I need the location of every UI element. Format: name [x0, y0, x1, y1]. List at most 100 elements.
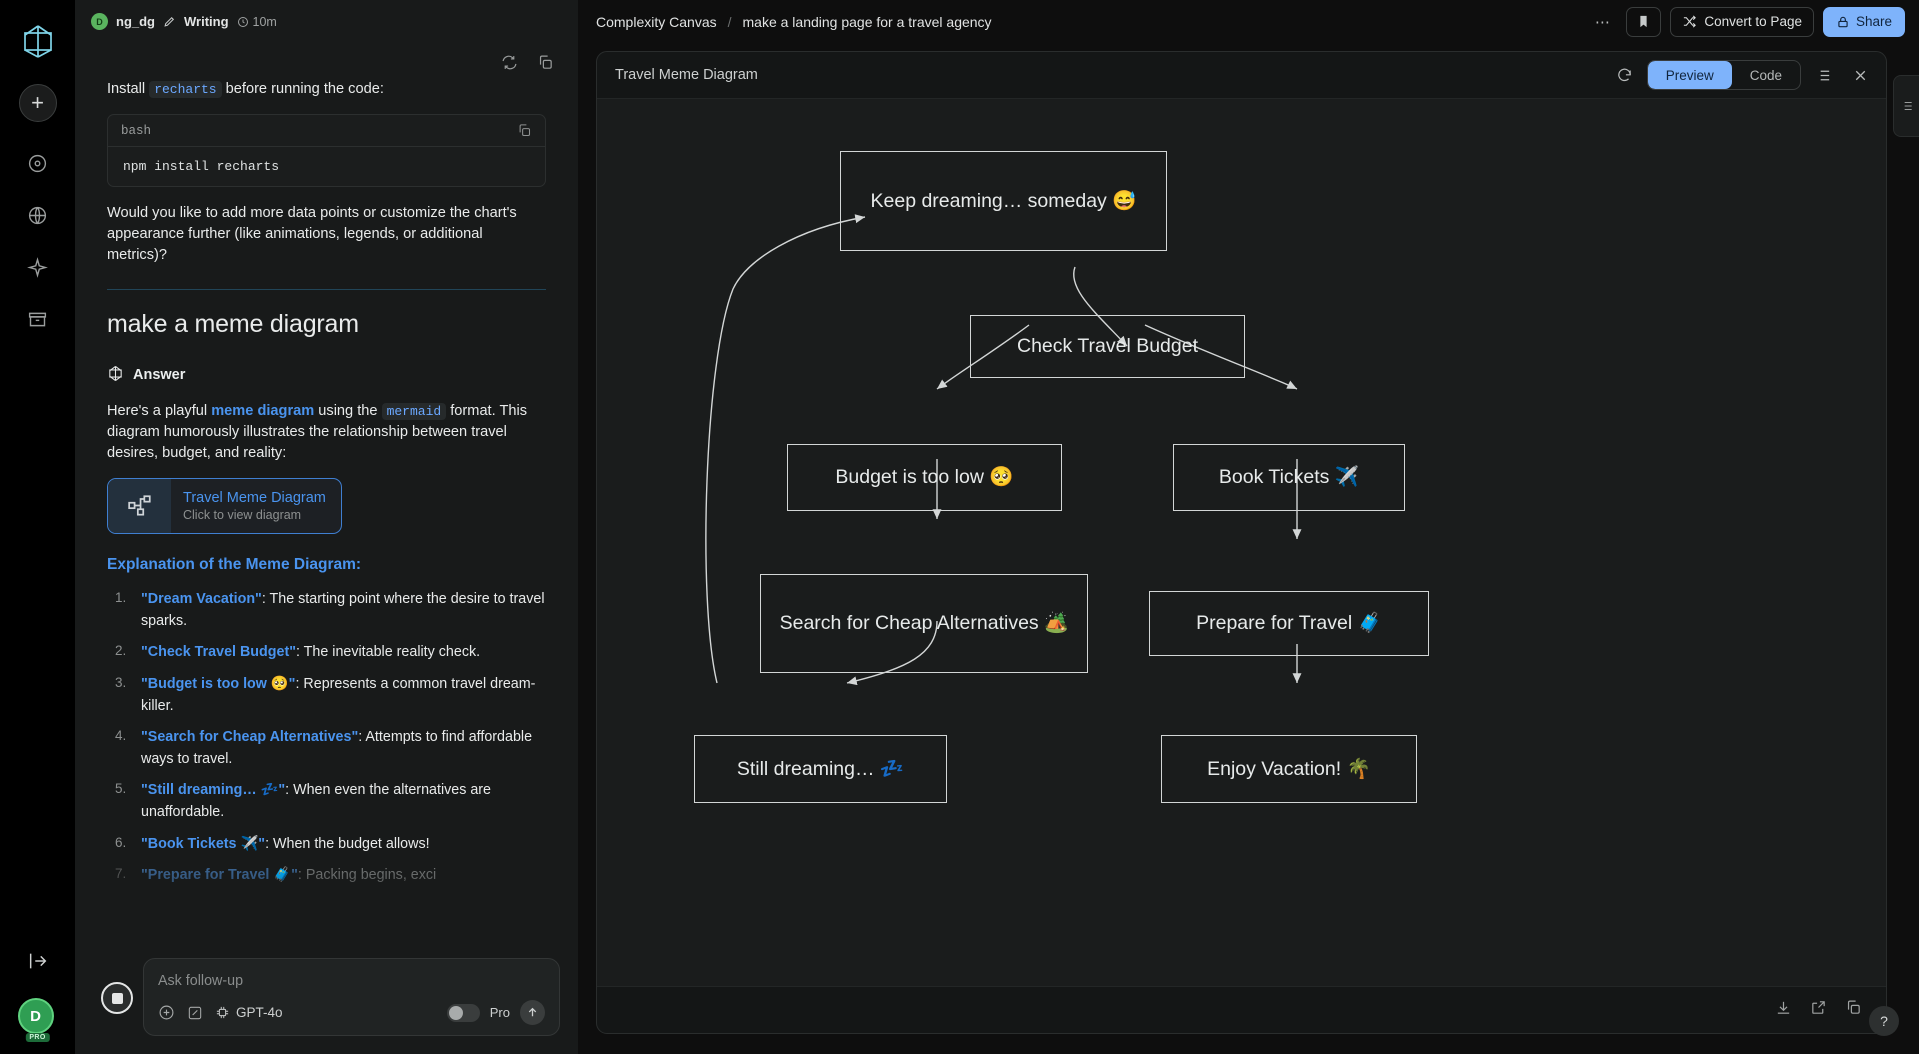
plus-circle-icon[interactable] [158, 1004, 175, 1021]
share-button[interactable]: Share [1822, 6, 1905, 37]
install-text-before: Install [107, 81, 146, 97]
node-label: Budget is too low 🥺 [835, 466, 1014, 489]
code-block-header: bash [108, 115, 545, 148]
artifact-panel-header: Travel Meme Diagram Preview Code [597, 52, 1886, 99]
install-text-after: before running the code: [225, 81, 384, 97]
diagram-node-prepare-travel[interactable]: Prepare for Travel 🧳 [1149, 591, 1429, 656]
breadcrumb-separator: / [727, 13, 732, 30]
sidebar-item-discover[interactable] [19, 144, 57, 182]
preview-code-tabs: Preview Code [1646, 60, 1801, 90]
username-label: ng_dg [116, 14, 155, 29]
section-divider [107, 288, 546, 290]
code-block-content: npm install recharts [123, 159, 280, 175]
node-label: Keep dreaming… someday 😅 [870, 189, 1137, 212]
diagram-node-budget-too-low[interactable]: Budget is too low 🥺 [787, 444, 1062, 511]
new-thread-label: + [31, 90, 44, 115]
travel-meme-diagram-card[interactable]: Travel Meme Diagram Click to view diagra… [107, 478, 342, 535]
help-button[interactable]: ? [1869, 1006, 1899, 1036]
diagram-node-keep-dreaming[interactable]: Keep dreaming… someday 😅 [840, 151, 1167, 251]
intro-part-1: Here's a playful [107, 402, 208, 419]
copy-icon[interactable] [534, 51, 556, 73]
user-avatar: D [91, 13, 108, 30]
lock-icon [1838, 16, 1848, 27]
download-icon[interactable] [1775, 999, 1792, 1021]
explanation-heading: Explanation of the Meme Diagram: [107, 556, 362, 574]
diagram-node-icon [108, 479, 171, 534]
list-icon[interactable] [1808, 60, 1838, 90]
canvas-topbar: Complexity Canvas / make a landing page … [578, 0, 1919, 43]
rewrite-icon[interactable] [498, 51, 520, 73]
breadcrumb-item-root[interactable]: Complexity Canvas [596, 14, 717, 30]
bookmark-icon[interactable] [1626, 6, 1662, 37]
install-package-code: recharts [149, 81, 222, 98]
search-input[interactable]: Ask follow-up [158, 973, 545, 989]
rail-bottom-group: D PRO [0, 942, 75, 1042]
node-label: Still dreaming… 💤 [736, 757, 905, 780]
diagram-node-still-dreaming[interactable]: Still dreaming… 💤 [694, 735, 947, 803]
perplexity-mark-icon [107, 365, 124, 386]
meme-diagram-link[interactable]: meme diagram [211, 403, 314, 419]
avatar[interactable]: D PRO [17, 998, 58, 1042]
artifact-title: Travel Meme Diagram [615, 67, 758, 83]
node-label: Search for Cheap Alternatives 🏕️ [779, 612, 1069, 635]
list-item: "Dream Vacation": The starting point whe… [107, 588, 546, 632]
followup-composer[interactable]: Ask follow-up GPT-4o Pro [143, 958, 560, 1036]
pro-toggle[interactable] [446, 1003, 480, 1022]
new-thread-button[interactable]: + [18, 84, 57, 122]
arrow-up-icon [528, 1007, 537, 1017]
list-item-term: "Book Tickets ✈️" [141, 835, 266, 852]
chat-topbar: D ng_dg Writing 10m [75, 0, 578, 43]
list-item-desc: : The inevitable reality check. [295, 644, 481, 661]
ellipsis-icon[interactable]: ⋯ [1587, 7, 1617, 37]
open-external-icon[interactable] [1810, 999, 1827, 1021]
expand-sidebar-icon[interactable] [19, 942, 57, 980]
composer-right-group: Pro [446, 1000, 545, 1025]
record-stop-icon[interactable] [101, 982, 133, 1014]
send-button[interactable] [520, 1000, 545, 1025]
list-item-term: "Dream Vacation" [141, 591, 262, 608]
answer-label: Answer [133, 367, 186, 384]
copy-icon[interactable] [1845, 999, 1862, 1021]
sidebar-item-sparkle[interactable] [19, 248, 57, 286]
refresh-icon[interactable] [1610, 60, 1640, 90]
answer-header: Answer [107, 365, 546, 386]
sidebar-item-library[interactable] [19, 300, 57, 338]
diagram-card-subtitle: Click to view diagram [183, 508, 302, 523]
diagram-node-enjoy-vacation[interactable]: Enjoy Vacation! 🌴 [1161, 735, 1417, 803]
diagram-card-text: Travel Meme Diagram Click to view diagra… [171, 479, 338, 533]
breadcrumb-item-current[interactable]: make a landing page for a travel agency [743, 14, 992, 30]
sidebar-item-spaces[interactable] [19, 196, 57, 234]
mermaid-diagram-canvas[interactable]: Keep dreaming… someday 😅 Check Travel Bu… [597, 99, 1886, 986]
panel-list-icon[interactable] [1893, 75, 1919, 137]
tab-preview[interactable]: Preview [1647, 61, 1732, 89]
app-root: + D PRO D ng_dg Writing 10m Install rech… [0, 0, 1919, 1054]
shuffle-icon [1684, 15, 1697, 28]
diagram-node-check-budget[interactable]: Check Travel Budget [970, 315, 1245, 378]
list-item-term: "Budget is too low 🥺" [141, 675, 296, 692]
list-item: "Prepare for Travel 🧳": Packing begins, … [107, 864, 546, 886]
copy-icon[interactable] [517, 123, 532, 138]
diagram-node-search-cheap[interactable]: Search for Cheap Alternatives 🏕️ [760, 574, 1088, 673]
convert-to-page-button[interactable]: Convert to Page [1670, 6, 1814, 37]
canvas-area: Complexity Canvas / make a landing page … [578, 0, 1919, 1054]
share-label: Share [1855, 14, 1892, 29]
install-instruction: Install recharts before running the code… [107, 79, 546, 100]
composer-area: Ask follow-up GPT-4o Pro [75, 958, 578, 1036]
chat-panel: D ng_dg Writing 10m Install recharts bef… [75, 0, 578, 1054]
followup-question: Would you like to add more data points o… [107, 205, 517, 264]
model-selector[interactable]: GPT-4o [215, 1005, 283, 1020]
pro-label: Pro [489, 1005, 510, 1020]
diagram-node-book-tickets[interactable]: Book Tickets ✈️ [1173, 444, 1405, 511]
close-icon[interactable] [1845, 60, 1875, 90]
perplexity-logo-icon[interactable] [15, 18, 61, 64]
list-item: "Still dreaming… 💤": When even the alter… [107, 779, 546, 823]
left-icon-rail: + D PRO [0, 0, 75, 1054]
avatar-pro-badge: PRO [25, 1033, 50, 1042]
tab-code[interactable]: Code [1732, 61, 1800, 89]
page-title: make a meme diagram [107, 309, 359, 338]
status-label: Writing [184, 14, 229, 29]
diagram-card-title: Travel Meme Diagram [183, 490, 326, 507]
pencil-square-icon[interactable] [187, 1005, 203, 1021]
elapsed-time: 10m [237, 15, 277, 29]
explanation-list: "Dream Vacation": The starting point whe… [107, 588, 546, 886]
